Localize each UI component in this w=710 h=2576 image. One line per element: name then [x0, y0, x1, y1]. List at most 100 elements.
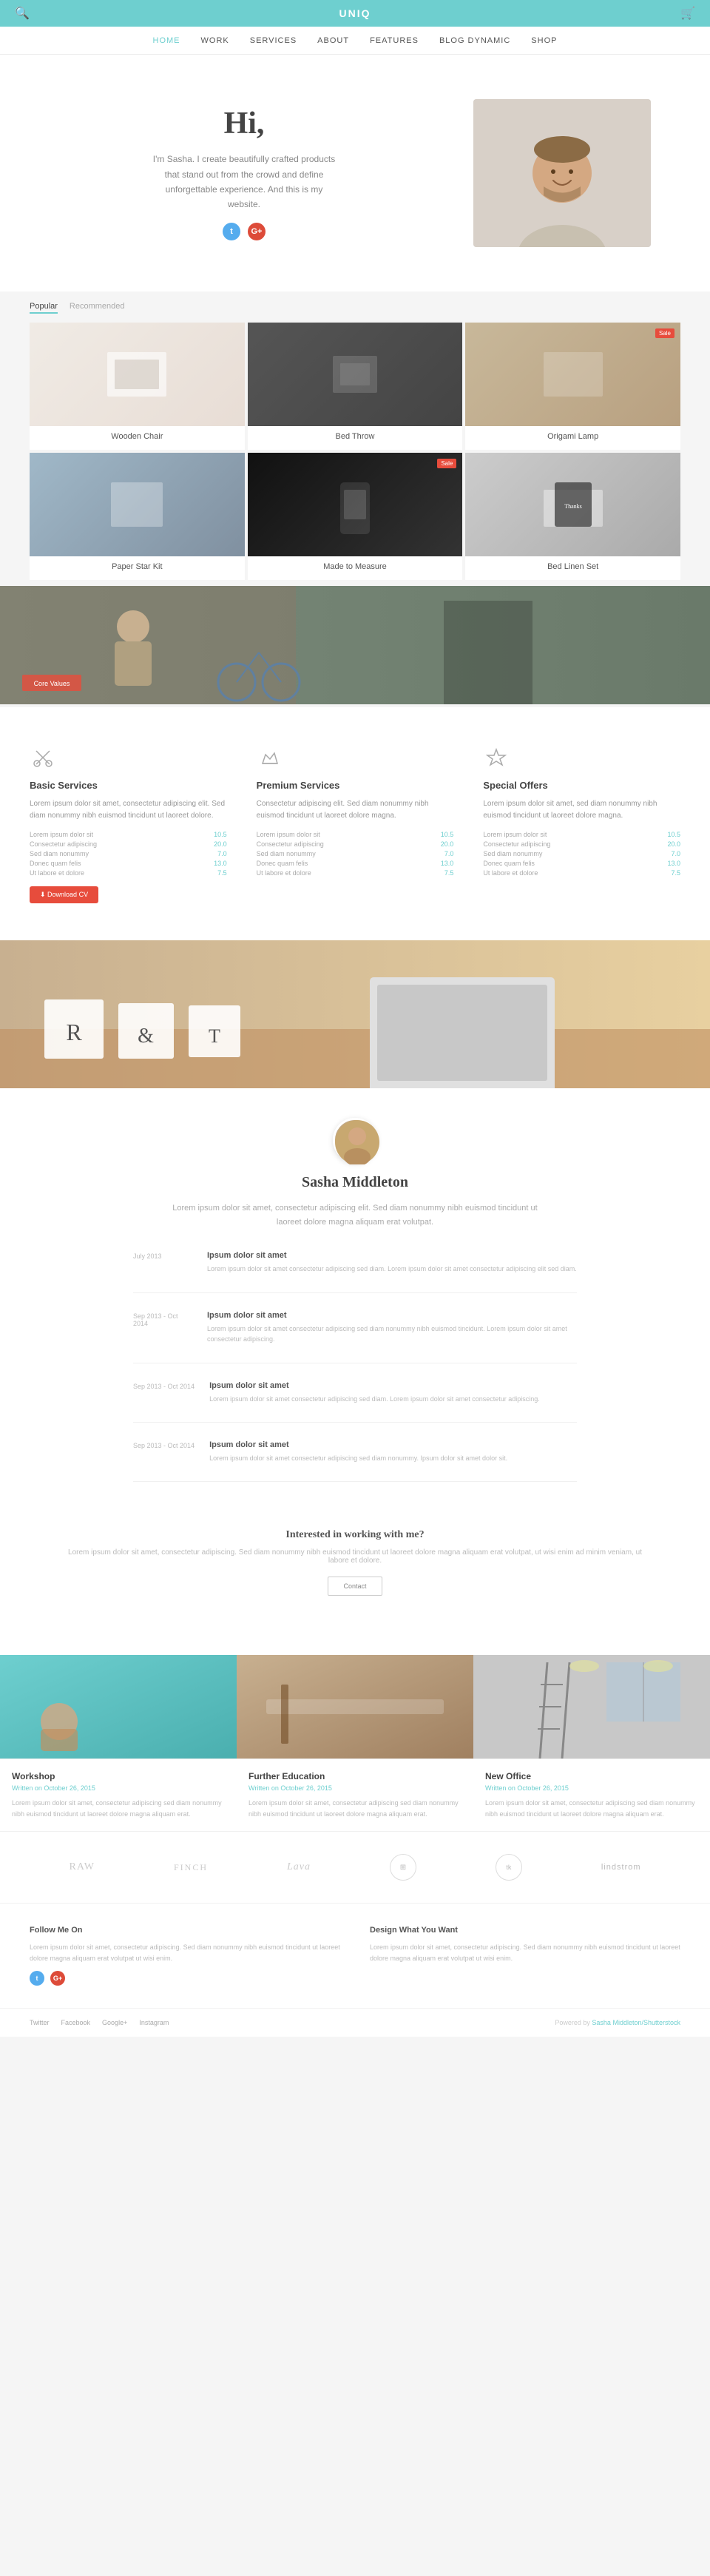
bed-linen-img: Thanks	[536, 475, 610, 534]
list-item[interactable]: Paper Star Kit	[30, 453, 245, 580]
bio-banner: Core Values	[0, 586, 710, 704]
footer-google-icon[interactable]: G+	[50, 1971, 65, 1986]
cta-title: Interested in working with me?	[59, 1529, 651, 1541]
main-nav: Home Work Services About Features Blog D…	[0, 27, 710, 55]
tab-popular[interactable]: Popular	[30, 302, 58, 314]
footer-brand-link[interactable]: Sasha Middleton/Shutterstock	[592, 2019, 680, 2026]
hero-intro: I'm Sasha. I create beautifully crafted …	[148, 152, 340, 212]
timeline-desc-1: Lorem ipsum dolor sit amet consectetur a…	[207, 1264, 577, 1274]
portfolio-label-1: Wooden Chair	[30, 426, 245, 450]
portfolio-label-3: Origami Lamp	[465, 426, 680, 450]
paper-star-img	[100, 475, 174, 534]
profile-name: Sasha Middleton	[59, 1174, 651, 1191]
scissors-icon	[30, 744, 56, 771]
portfolio-label-2: Bed Throw	[248, 426, 463, 450]
timeline: July 2013 Ipsum dolor sit amet Lorem ips…	[133, 1251, 577, 1482]
timeline-item-2: Sep 2013 - Oct 2014 Ipsum dolor sit amet…	[133, 1311, 577, 1363]
service-basic-items: Lorem ipsum dolor sit10.5 Consectetur ad…	[30, 831, 227, 877]
list-item[interactable]: Thanks Bed Linen Set	[465, 453, 680, 580]
list-item[interactable]: Sale Made to Measure	[248, 453, 463, 580]
list-item[interactable]: Bed Throw	[248, 323, 463, 450]
timeline-desc-2: Lorem ipsum dolor sit amet consectetur a…	[207, 1324, 577, 1345]
avatar-svg	[335, 1120, 379, 1164]
footer-design-title: Design What You Want	[370, 1926, 680, 1935]
footer-nav-facebook[interactable]: Facebook	[61, 2019, 91, 2026]
svg-text:&: &	[138, 1025, 154, 1048]
service-premium: Premium Services Consectetur adipiscing …	[257, 744, 454, 903]
tab-recommended[interactable]: Recommended	[70, 302, 125, 314]
timeline-content-3: Ipsum dolor sit amet Lorem ipsum dolor s…	[209, 1381, 540, 1404]
nav-about[interactable]: About	[317, 36, 349, 45]
timeline-title-1: Ipsum dolor sit amet	[207, 1251, 577, 1260]
avatar	[333, 1118, 377, 1162]
site-logo: UNIQ	[339, 7, 371, 19]
made-to-measure-img	[318, 475, 392, 534]
download-cv-button[interactable]: ⬇ Download CV	[30, 886, 98, 903]
portfolio-label-5: Made to Measure	[248, 556, 463, 580]
footer-design: Design What You Want Lorem ipsum dolor s…	[370, 1926, 680, 1986]
sale-badge-5: Sale	[437, 459, 456, 468]
footer-section: Follow Me On Lorem ipsum dolor sit amet,…	[0, 1904, 710, 2008]
timeline-content-4: Ipsum dolor sit amet Lorem ipsum dolor s…	[209, 1440, 507, 1463]
footer-nav-instagram[interactable]: Instagram	[139, 2019, 169, 2026]
profile-section: Sasha Middleton Lorem ipsum dolor sit am…	[0, 1088, 710, 1655]
portfolio-tabs: Popular Recommended	[0, 291, 710, 320]
card-education-date: Written on October 26, 2015	[248, 1784, 462, 1792]
hero-section: Hi, I'm Sasha. I create beautifully craf…	[0, 55, 710, 291]
service-basic: Basic Services Lorem ipsum dolor sit ame…	[30, 744, 227, 903]
search-icon[interactable]: 🔍	[15, 6, 30, 21]
list-item[interactable]: Wooden Chair	[30, 323, 245, 450]
nav-shop[interactable]: Shop	[531, 36, 557, 45]
footer-social: t G+	[30, 1971, 340, 1986]
hero-greeting: Hi,	[59, 106, 429, 141]
portfolio-label-4: Paper Star Kit	[30, 556, 245, 580]
card-office[interactable]: New Office Written on October 26, 2015 L…	[473, 1655, 710, 1831]
card-office-desc: Lorem ipsum dolor sit amet, consectetur …	[485, 1798, 698, 1819]
service-special: Special Offers Lorem ipsum dolor sit ame…	[483, 744, 680, 903]
brand-finch: FINCH	[174, 1862, 208, 1873]
timeline-date-2: Sep 2013 - Oct 2014	[133, 1311, 192, 1345]
card-office-title: New Office	[485, 1771, 698, 1781]
work-banner: R & T	[0, 940, 710, 1088]
portfolio-thumb-3	[465, 323, 680, 426]
card-workshop-body: Workshop Written on October 26, 2015 Lor…	[0, 1759, 237, 1831]
footer-copyright: Powered by Sasha Middleton/Shutterstock	[555, 2019, 680, 2026]
cart-icon[interactable]: 🛒	[680, 6, 695, 21]
timeline-title-4: Ipsum dolor sit amet	[209, 1440, 507, 1449]
card-office-date: Written on October 26, 2015	[485, 1784, 698, 1792]
nav-home[interactable]: Home	[153, 36, 180, 45]
list-item[interactable]: Sale Origami Lamp	[465, 323, 680, 450]
service-basic-desc: Lorem ipsum dolor sit amet, consectetur …	[30, 798, 227, 822]
work-banner-inner: R & T	[0, 940, 710, 1088]
timeline-item-1: July 2013 Ipsum dolor sit amet Lorem ips…	[133, 1251, 577, 1292]
office-svg	[473, 1655, 710, 1759]
footer-nav-twitter[interactable]: Twitter	[30, 2019, 50, 2026]
card-workshop[interactable]: Workshop Written on October 26, 2015 Lor…	[0, 1655, 237, 1831]
work-banner-svg: R & T	[0, 940, 710, 1088]
google-icon[interactable]: G+	[248, 223, 266, 240]
nav-services[interactable]: Services	[250, 36, 297, 45]
brand-lindstrom: lindstrom	[601, 1863, 641, 1872]
nav-blog[interactable]: Blog Dynamic	[439, 36, 510, 45]
portfolio-thumb-6: Thanks	[465, 453, 680, 556]
card-workshop-date: Written on October 26, 2015	[12, 1784, 225, 1792]
timeline-title-2: Ipsum dolor sit amet	[207, 1311, 577, 1320]
footer-follow-text: Lorem ipsum dolor sit amet, consectetur …	[30, 1942, 340, 1963]
card-education-body: Further Education Written on October 26,…	[237, 1759, 473, 1831]
service-premium-items: Lorem ipsum dolor sit10.5 Consectetur ad…	[257, 831, 454, 877]
crown-icon	[257, 744, 283, 771]
twitter-icon[interactable]: t	[223, 223, 240, 240]
hero-person-svg	[473, 99, 651, 247]
card-education[interactable]: Further Education Written on October 26,…	[237, 1655, 473, 1831]
card-education-desc: Lorem ipsum dolor sit amet, consectetur …	[248, 1798, 462, 1819]
service-special-items: Lorem ipsum dolor sit10.5 Consectetur ad…	[483, 831, 680, 877]
brand-fork-icon: ⊞	[390, 1854, 416, 1881]
footer-nav-google[interactable]: Google+	[102, 2019, 127, 2026]
timeline-item-4: Sep 2013 - Oct 2014 Ipsum dolor sit amet…	[133, 1440, 577, 1482]
contact-button[interactable]: Contact	[328, 1577, 382, 1596]
portfolio-grid: Wooden Chair Bed Throw Sale Origami Lamp…	[0, 320, 710, 583]
nav-work[interactable]: Work	[201, 36, 229, 45]
nav-features[interactable]: Features	[370, 36, 419, 45]
footer-twitter-icon[interactable]: t	[30, 1971, 44, 1986]
hero-text: Hi, I'm Sasha. I create beautifully craf…	[59, 106, 429, 240]
